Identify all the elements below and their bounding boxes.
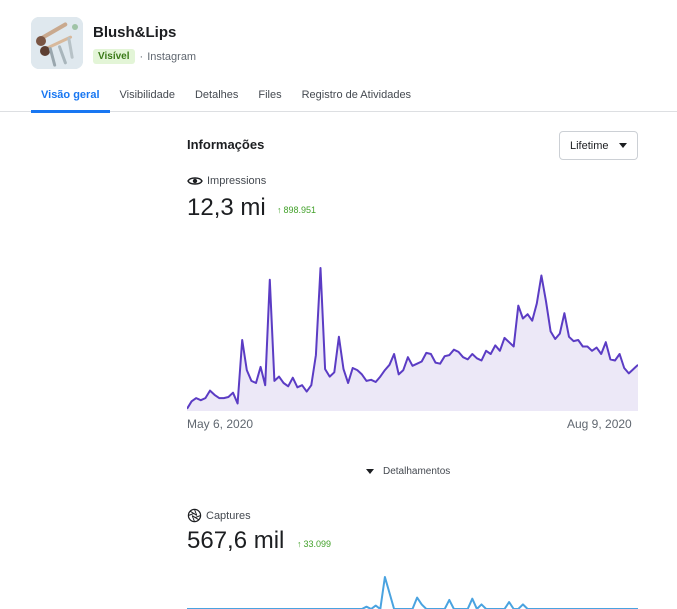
impressions-delta: ↑ 898.951 [277,205,316,215]
tab-bar: Visão geral Visibilidade Detalhes Files … [31,86,421,113]
range-select-value: Lifetime [570,139,609,152]
x-axis-start-label: May 6, 2020 [187,417,254,431]
captures-delta: ↑ 33.099 [297,539,331,549]
tab-details[interactable]: Detalhes [185,86,248,113]
separator-dot: · [139,50,144,63]
status-badge: Visível [93,49,135,64]
captures-chart [187,576,638,609]
status-row: Visível · Instagram [93,49,196,64]
impressions-label-text: Impressions [207,175,267,187]
aperture-icon [187,508,202,523]
tab-visibility[interactable]: Visibilidade [110,86,185,113]
makeup-brushes-icon [31,17,83,69]
impressions-delta-value: 898.951 [283,205,317,215]
arrow-up-icon: ↑ [297,539,302,549]
caret-down-icon [366,469,374,474]
captures-series-line [187,576,638,609]
impressions-chart-marks [187,267,638,411]
tab-files[interactable]: Files [248,86,291,113]
range-select[interactable]: Lifetime [559,131,638,160]
eye-icon [187,177,203,185]
captures-chart-marks [187,576,638,609]
impressions-chart [187,267,638,411]
tab-activity-log[interactable]: Registro de Atividades [292,86,421,113]
arrow-up-icon: ↑ [277,205,282,215]
page-avatar[interactable] [31,17,83,69]
impressions-value: 12,3 mi [187,194,266,221]
x-axis-end-label: Aug 9, 2020 [567,417,632,431]
impressions-area-fill [187,268,638,411]
page-name[interactable]: Blush&Lips [93,24,176,41]
breakdown-label: Detalhamentos [383,466,451,477]
captures-label-text: Captures [206,509,251,522]
impressions-label: Impressions [187,175,266,187]
platform-label: Instagram [147,50,197,63]
insights-title: Informações [187,137,265,152]
captures-label: Captures [187,508,251,523]
page-header: Blush&Lips Visível · Instagram Visão ger… [0,0,677,113]
captures-delta-value: 33.099 [303,539,332,549]
captures-value: 567,6 mil [187,527,285,554]
tab-overview[interactable]: Visão geral [31,86,110,113]
breakdown-toggle[interactable]: Detalhamentos [366,466,450,477]
chevron-down-icon [619,143,627,148]
